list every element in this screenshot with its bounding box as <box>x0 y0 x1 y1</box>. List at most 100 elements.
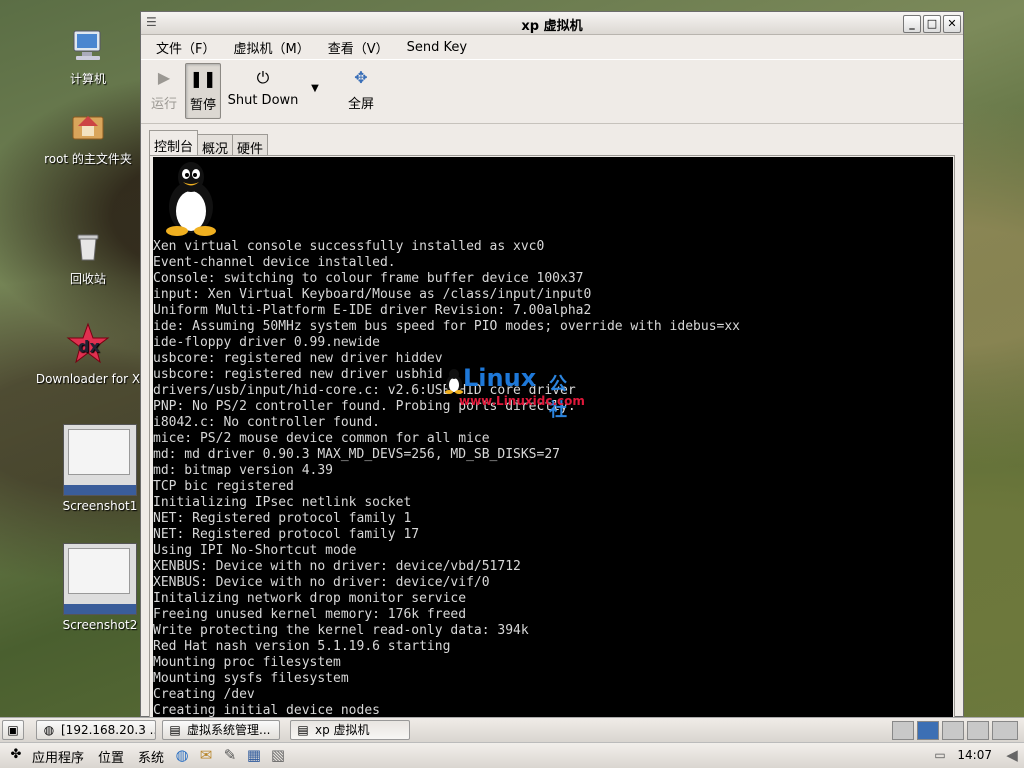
clock[interactable]: 14:07 <box>957 748 992 762</box>
console-line: usbcore: registered new driver hiddev <box>153 351 443 366</box>
tray-network-icon[interactable]: ▭ <box>930 746 950 764</box>
tab-hardware[interactable]: 硬件 <box>232 134 269 157</box>
downloader-icon: dx <box>66 322 110 364</box>
toolbar: ▶ 运行 ❚❚ 暂停 ⏻ Shut Down ▼ ✥ 全屏 <box>141 59 963 124</box>
title-bar[interactable]: ☰ xp 虚拟机 _ □ ✕ <box>141 12 963 35</box>
console-line: i8042.c: No controller found. <box>153 415 380 430</box>
console-line: Freeing unused kernel memory: 176k freed <box>153 607 467 622</box>
screenshot2-desktop-icon[interactable]: Screenshot2 <box>45 543 155 632</box>
home-folder-desktop-icon[interactable]: root 的主文件夹 <box>33 108 143 167</box>
task-label: xp 虚拟机 <box>315 723 370 737</box>
menu-vm[interactable]: 虚拟机（M） <box>224 38 318 57</box>
screenshot1-desktop-icon[interactable]: Screenshot1 <box>45 424 155 513</box>
menu-view[interactable]: 查看（V） <box>319 38 398 57</box>
menu-bar: 文件（F） 虚拟机（M） 查看（V） Send Key <box>141 35 963 59</box>
console-line: XENBUS: Device with no driver: device/vb… <box>153 559 521 574</box>
vm-window: ☰ xp 虚拟机 _ □ ✕ 文件（F） 虚拟机（M） 查看（V） Send K… <box>140 11 964 718</box>
browser-launcher-icon[interactable]: ◍ <box>172 746 192 764</box>
console-line: Event-channel device installed. <box>153 255 396 270</box>
screenshot-thumbnail-icon <box>63 543 137 615</box>
mail-launcher-icon[interactable]: ✉ <box>196 746 216 764</box>
shutdown-dropdown-button[interactable]: ▼ <box>305 80 325 95</box>
console-line: TCP bic registered <box>153 479 294 494</box>
console-line: XENBUS: Device with no driver: device/vi… <box>153 575 490 590</box>
play-icon: ▶ <box>157 68 171 87</box>
fullscreen-label: 全屏 <box>347 97 374 112</box>
trash-desktop-icon[interactable]: 回收站 <box>33 228 143 287</box>
menu-applications[interactable]: 应用程序 <box>32 747 84 766</box>
console-output: Xen virtual console successfully install… <box>153 239 740 718</box>
shutdown-button[interactable]: ⏻ Shut Down <box>227 63 299 108</box>
trash-icon <box>77 234 99 261</box>
maximize-button[interactable]: □ <box>923 15 941 33</box>
console-line: NET: Registered protocol family 1 <box>153 511 412 526</box>
watermark-brand: Linux <box>463 364 537 392</box>
fullscreen-icon: ✥ <box>354 68 368 87</box>
task-vm-manager[interactable]: ▤ 虚拟系统管理... <box>162 720 280 740</box>
tab-console[interactable]: 控制台 <box>149 130 199 156</box>
show-desktop-button[interactable]: ▣ <box>2 720 24 740</box>
workspace-5[interactable] <box>992 721 1018 740</box>
task-terminal[interactable]: ◍ [192.168.20.3 ... <box>36 720 156 740</box>
shutdown-label: Shut Down <box>227 93 299 108</box>
pause-icon: ❚❚ <box>189 69 217 88</box>
console-line: input: Xen Virtual Keyboard/Mouse as /cl… <box>153 287 592 302</box>
desktop-icon-label: Screenshot2 <box>62 618 138 632</box>
globe-icon: ◍ <box>43 723 55 737</box>
console-line: ide: Assuming 50MHz system bus speed for… <box>153 319 740 334</box>
console-line: mice: PS/2 mouse device common for all m… <box>153 431 490 446</box>
console-line: NET: Registered protocol family 17 <box>153 527 420 542</box>
editor-launcher-icon[interactable]: ✎ <box>220 746 240 764</box>
run-button[interactable]: ▶ 运行 <box>149 63 179 112</box>
home-folder-icon <box>72 116 104 140</box>
computer-desktop-icon[interactable]: 计算机 <box>33 28 143 87</box>
maximize-icon: □ <box>926 17 938 30</box>
window-title: xp 虚拟机 <box>521 19 583 34</box>
show-desktop-icon: ▣ <box>7 723 19 737</box>
console-line: Write protecting the kernel read-only da… <box>153 623 529 638</box>
menu-system[interactable]: 系统 <box>138 747 164 766</box>
console-line: Mounting proc filesystem <box>153 655 341 670</box>
menu-file[interactable]: 文件（F） <box>147 38 224 57</box>
fullscreen-button[interactable]: ✥ 全屏 <box>341 63 381 112</box>
workspace-4[interactable] <box>967 721 989 740</box>
close-button[interactable]: ✕ <box>943 15 961 33</box>
volume-icon[interactable]: ◀ <box>1002 746 1022 764</box>
tab-overview[interactable]: 概况 <box>197 134 234 157</box>
svg-text:dx: dx <box>78 337 100 356</box>
menu-send-key[interactable]: Send Key <box>398 40 476 55</box>
window-icon: ▤ <box>297 723 309 737</box>
console-line: Creating /dev <box>153 687 255 702</box>
desktop-icon-label: Downloader for X <box>35 372 141 386</box>
console-line: Uniform Multi-Platform E-IDE driver Revi… <box>153 303 592 318</box>
desktop-icon-label: Screenshot1 <box>62 499 138 513</box>
watermark-penguin-icon <box>445 369 463 394</box>
main-menu-icon[interactable]: ✤ <box>6 746 26 764</box>
top-panel: ✤ 应用程序 位置 系统 ◍ ✉ ✎ ▦ ▧ ▭ 14:07 ◀ <box>0 742 1024 768</box>
vm-console[interactable]: Xen virtual console successfully install… <box>153 157 953 718</box>
triangle-down-icon: ▼ <box>311 83 319 94</box>
workspace-1[interactable] <box>892 721 914 740</box>
computer-icon <box>73 30 101 60</box>
minimize-icon: _ <box>909 17 915 30</box>
tux-penguin-icon <box>166 162 216 236</box>
workspace-2[interactable] <box>917 721 939 740</box>
minimize-button[interactable]: _ <box>903 15 921 33</box>
console-line: PNP: No PS/2 controller found. Probing p… <box>153 399 576 414</box>
workspace-3[interactable] <box>942 721 964 740</box>
spreadsheet-launcher-icon[interactable]: ▧ <box>268 746 288 764</box>
pause-button[interactable]: ❚❚ 暂停 <box>185 63 221 119</box>
task-label: [192.168.20.3 ... <box>61 723 156 737</box>
task-label: 虚拟系统管理... <box>187 723 271 737</box>
desktop-icon-label: 计算机 <box>69 72 106 86</box>
screenshot-thumbnail-icon <box>63 424 137 496</box>
presentation-launcher-icon[interactable]: ▦ <box>244 746 264 764</box>
menu-places[interactable]: 位置 <box>98 747 124 766</box>
run-label: 运行 <box>150 97 177 112</box>
task-xp-vm[interactable]: ▤ xp 虚拟机 <box>290 720 410 740</box>
console-line: ide-floppy driver 0.99.newide <box>153 335 380 350</box>
taskbar: ▣ ◍ [192.168.20.3 ... ▤ 虚拟系统管理... ▤ xp 虚… <box>0 717 1024 742</box>
window-icon: ▤ <box>169 723 181 737</box>
desktop-icon-label: root 的主文件夹 <box>44 152 132 166</box>
downloader-desktop-icon[interactable]: dx Downloader for X <box>33 322 143 386</box>
